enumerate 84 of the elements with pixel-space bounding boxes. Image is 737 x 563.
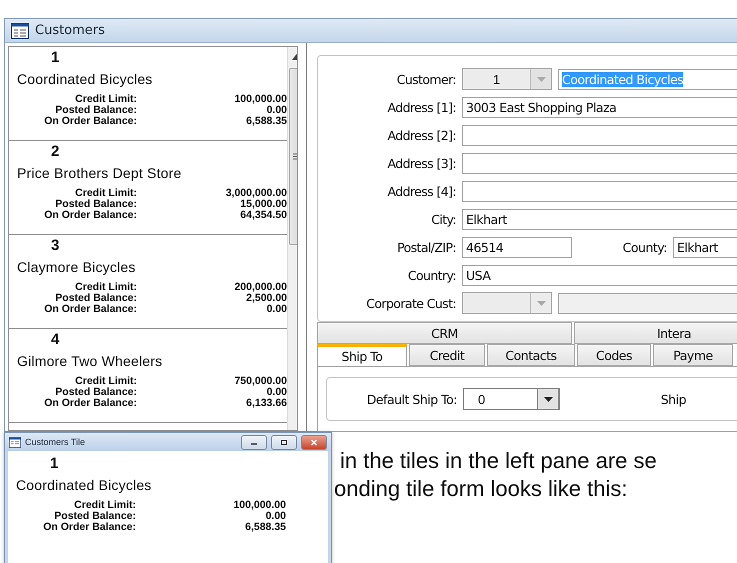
field-label: Postal/ZIP:	[396, 240, 456, 254]
text-field[interactable]	[558, 292, 737, 314]
balance-value: 6,133.66	[245, 398, 287, 409]
balance-label: On Order Balance:	[43, 398, 137, 409]
customer-name: Gilmore Two Wheelers	[17, 352, 164, 371]
field-label: Customer:	[396, 72, 456, 86]
balance-value: 2,500.00	[245, 293, 287, 304]
balance-label: Credit Limit:	[74, 94, 137, 105]
customer-name: Price Brothers Dept Store	[17, 164, 183, 183]
balance-value: 0.00	[266, 387, 287, 398]
tile-number: 4	[50, 331, 60, 349]
field-label: Address [3]:	[386, 156, 456, 170]
field-label: County:	[622, 240, 667, 254]
maximize-icon	[280, 438, 288, 446]
text-field[interactable]: Elkhart	[462, 208, 737, 230]
balance-label: Posted Balance:	[54, 199, 137, 210]
close-button[interactable]	[301, 434, 327, 450]
tab[interactable]: Codes	[577, 344, 651, 366]
balance-label: Credit Limit:	[74, 188, 137, 199]
field-label: Corporate Cust:	[365, 296, 456, 310]
close-icon	[310, 438, 318, 446]
maximize-button[interactable]	[271, 434, 297, 450]
balance-label: Posted Balance:	[54, 293, 137, 304]
dropdown-caret-icon	[536, 300, 546, 306]
balance-label: Posted Balance:	[54, 387, 137, 398]
tile-number: 1	[49, 455, 60, 473]
tile-number: 2	[50, 143, 60, 161]
form-icon	[11, 22, 29, 38]
balance-value: 0.00	[266, 304, 287, 315]
text-field[interactable]: Elkhart	[673, 236, 737, 258]
balance-label: Credit Limit:	[73, 500, 136, 511]
balance-label: On Order Balance:	[42, 522, 136, 533]
ship-to-combo[interactable]: 0	[463, 388, 560, 410]
tab[interactable]: Payme	[653, 344, 733, 366]
balance-value: 6,588.35	[245, 116, 287, 127]
field-label: Default Ship To:	[366, 392, 457, 406]
body-text-line: onding tile form looks like this:	[334, 475, 628, 503]
window-title: Customers	[35, 23, 105, 38]
customer-combo[interactable]: 1	[462, 68, 552, 90]
tab[interactable]: Contacts	[487, 344, 575, 366]
field-label: Address [1]:	[386, 100, 456, 114]
dropdown-button[interactable]	[537, 388, 559, 410]
tile-number: 1	[50, 49, 60, 67]
balance-label: On Order Balance:	[43, 304, 137, 315]
balance-value: 64,354.50	[239, 210, 287, 221]
tab[interactable]: Intera	[574, 322, 737, 344]
balance-value: 0.00	[264, 511, 286, 522]
field-label: Ship	[660, 392, 686, 406]
balance-value: 15,000.00	[239, 199, 287, 210]
balance-value: 200,000.00	[233, 282, 287, 293]
balance-value: 6,588.35	[244, 522, 286, 533]
dropdown-caret-icon	[544, 396, 552, 402]
balance-label: Credit Limit:	[74, 282, 137, 293]
field-label: Address [4]:	[386, 184, 456, 198]
text-field[interactable]	[462, 152, 737, 174]
text-field[interactable]: USA	[462, 264, 737, 286]
tab[interactable]: Ship To	[317, 344, 407, 366]
text-field[interactable]: 3003 East Shopping Plaza	[462, 96, 737, 118]
window-title: Customers Tile	[25, 437, 86, 447]
body-text-line: in the tiles in the left pane are se	[339, 447, 658, 475]
field-label: City:	[430, 212, 456, 226]
balance-label: Credit Limit:	[74, 376, 137, 387]
dropdown-caret-icon	[536, 76, 546, 82]
balance-label: On Order Balance:	[43, 116, 137, 127]
balance-label: Posted Balance:	[53, 511, 136, 522]
balance-value: 3,000,000.00	[224, 188, 287, 199]
customer-name: Coordinated Bicycles	[17, 70, 154, 89]
balance-value: 750,000.00	[233, 376, 287, 387]
text-field[interactable]	[462, 180, 737, 202]
balance-value: 100,000.00	[232, 500, 286, 511]
customer-name: Claymore Bicycles	[17, 258, 137, 277]
tab[interactable]: Credit	[409, 344, 485, 366]
field-label: Country:	[406, 268, 456, 282]
balance-label: On Order Balance:	[43, 210, 137, 221]
tab[interactable]: CRM	[317, 322, 572, 344]
form-icon	[9, 436, 21, 448]
balance-value: 100,000.00	[233, 94, 287, 105]
field-label: Address [2]:	[386, 128, 456, 142]
balance-value: 0.00	[266, 105, 287, 116]
customer-name: Coordinated Bicycles	[16, 476, 153, 495]
text-field[interactable]: 46514	[462, 236, 572, 258]
balance-label: Posted Balance:	[54, 105, 137, 116]
text-field[interactable]	[462, 124, 737, 146]
tile-number: 3	[50, 237, 60, 255]
